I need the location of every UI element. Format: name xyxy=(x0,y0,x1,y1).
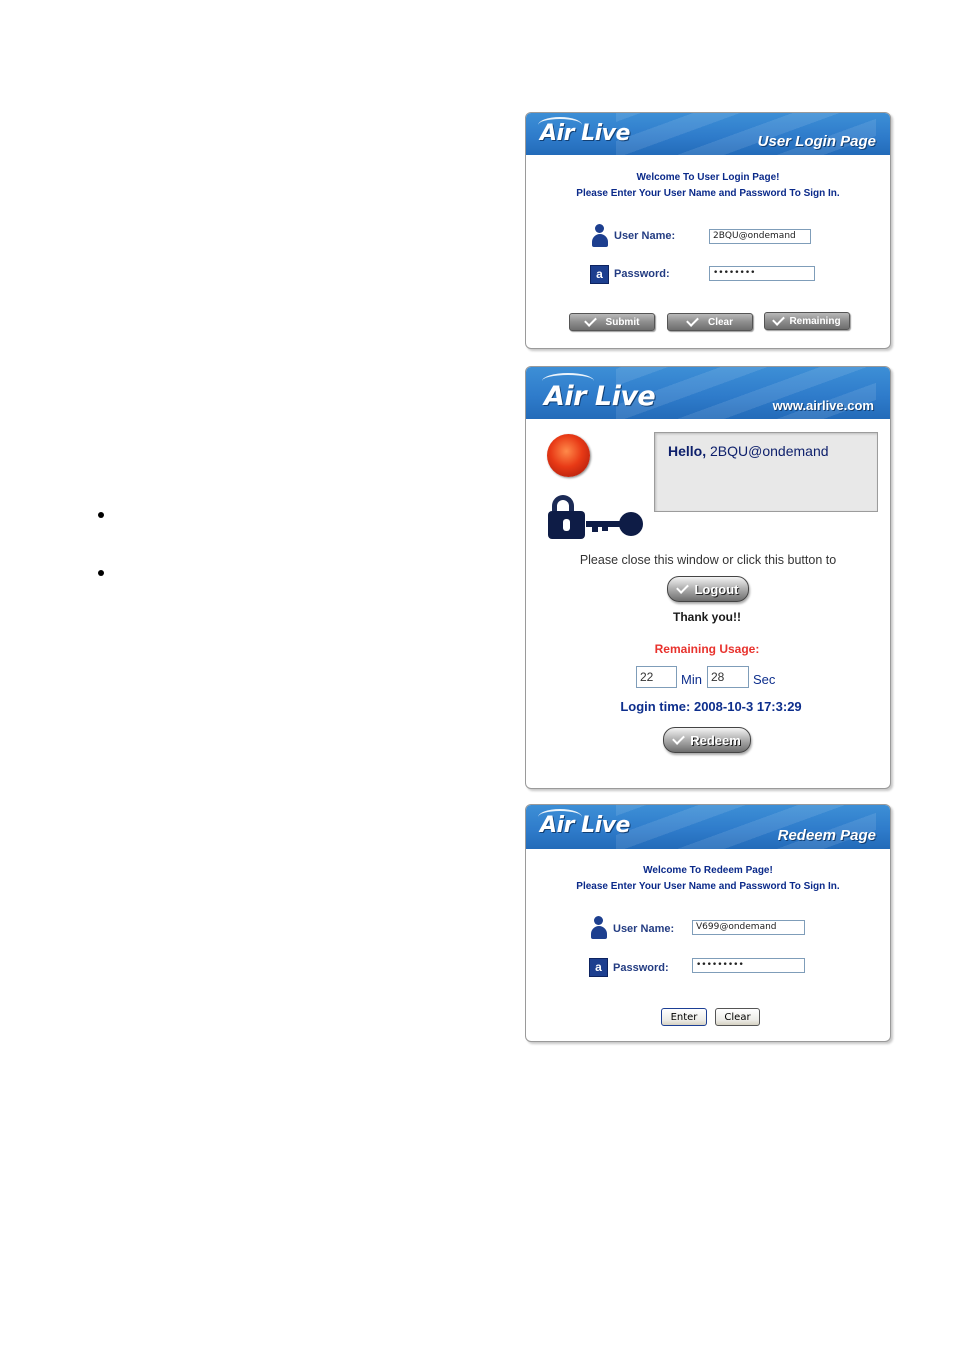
hello-label: Hello, xyxy=(668,443,707,459)
redeem-welcome: Welcome To Redeem Page! Please Enter You… xyxy=(526,863,890,895)
redeem-username-input[interactable]: V699@ondemand xyxy=(692,920,805,935)
redeem-welcome-line2: Please Enter Your User Name and Password… xyxy=(576,881,840,892)
logout-label: Logout xyxy=(694,581,739,597)
password-icon: a xyxy=(590,265,609,284)
login-banner: Air Live User Login Page xyxy=(526,113,890,155)
login-welcome-line2: Please Enter Your User Name and Password… xyxy=(576,188,840,199)
login-welcome: Welcome To User Login Page! Please Enter… xyxy=(526,170,890,202)
redeem-password-label: Password: xyxy=(613,962,669,974)
thank-you-text: Thank you!! xyxy=(673,610,741,624)
enter-button[interactable]: Enter xyxy=(661,1008,707,1026)
seconds-unit: Sec xyxy=(753,672,776,687)
airlive-logo: Air Live xyxy=(540,121,630,146)
close-window-text: Please close this window or click this b… xyxy=(579,553,837,567)
login-username-input[interactable]: 2BQU@ondemand xyxy=(709,229,811,244)
login-time-text: Login time: 2008-10-3 17:3:29 xyxy=(620,699,802,714)
airlive-logo: Air Live xyxy=(544,381,656,412)
submit-label: Submit xyxy=(605,316,640,328)
login-page-title: User Login Page xyxy=(757,133,876,150)
minutes-field: 22 xyxy=(636,666,677,688)
login-password-input[interactable]: •••••••• xyxy=(709,266,815,281)
hello-username: 2BQU@ondemand xyxy=(710,443,829,459)
redeem-button[interactable]: Redeem xyxy=(663,727,751,753)
remaining-label: Remaining xyxy=(789,315,841,327)
user-icon xyxy=(592,224,608,248)
bullet-2 xyxy=(98,570,104,576)
seconds-field: 28 xyxy=(707,666,749,688)
login-welcome-line1: Welcome To User Login Page! xyxy=(636,172,780,183)
login-username-label: User Name: xyxy=(614,230,676,242)
hello-box: Hello, 2BQU@ondemand xyxy=(654,432,878,512)
check-icon xyxy=(672,732,686,745)
redeem-welcome-line1: Welcome To Redeem Page! xyxy=(643,865,773,876)
user-login-panel: Air Live User Login Page Welcome To User… xyxy=(525,112,891,349)
status-panel: Air Live www.airlive.com Hello, 2BQU@ond… xyxy=(525,366,891,789)
check-icon xyxy=(583,314,597,327)
redeem-panel: Air Live Redeem Page Welcome To Redeem P… xyxy=(525,804,891,1042)
redeem-label: Redeem xyxy=(690,732,741,748)
user-icon xyxy=(591,916,607,940)
remaining-usage-title: Remaining Usage: xyxy=(654,642,760,656)
redeem-username-label: User Name: xyxy=(613,923,675,935)
redeem-clear-button[interactable]: Clear xyxy=(715,1008,760,1026)
minutes-unit: Min xyxy=(681,672,702,687)
check-icon xyxy=(676,581,690,594)
submit-button[interactable]: Submit xyxy=(569,313,655,331)
redeem-banner: Air Live Redeem Page xyxy=(526,805,890,849)
clear-label: Clear xyxy=(707,316,733,328)
check-icon xyxy=(772,313,786,326)
lock-key-icon xyxy=(548,495,643,539)
remaining-button[interactable]: Remaining xyxy=(764,312,850,330)
password-icon: a xyxy=(589,958,608,977)
airlive-logo: Air Live xyxy=(540,813,630,838)
redeem-page-title: Redeem Page xyxy=(777,827,876,844)
airlive-url: www.airlive.com xyxy=(772,398,874,413)
red-status-orb-icon xyxy=(547,434,590,477)
status-banner: Air Live www.airlive.com xyxy=(526,367,890,419)
bullet-1 xyxy=(98,512,104,518)
redeem-password-input[interactable]: ••••••••• xyxy=(692,958,805,973)
clear-button[interactable]: Clear xyxy=(667,313,753,331)
logout-button[interactable]: Logout xyxy=(667,576,749,602)
login-password-label: Password: xyxy=(614,268,670,280)
check-icon xyxy=(686,314,699,327)
